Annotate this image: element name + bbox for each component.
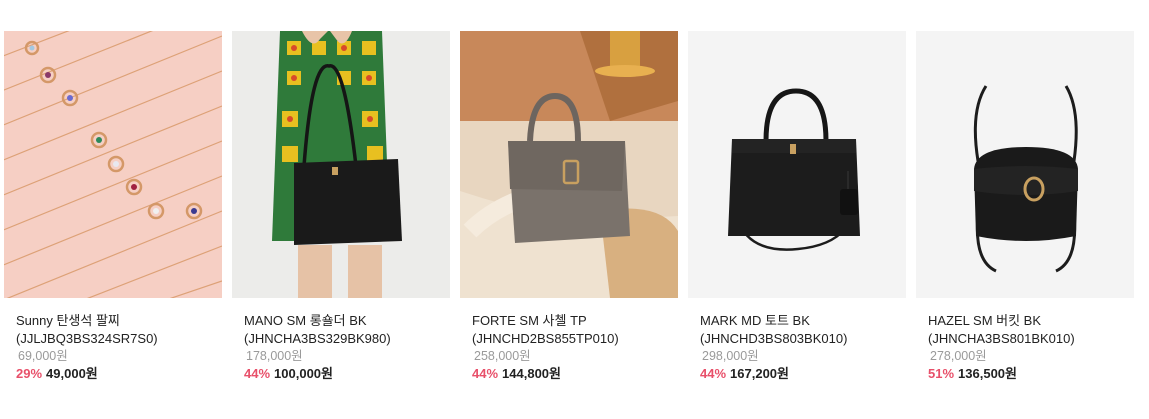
product-info: Sunny 탄생석 팔찌 (JJLJBQ3BS324SR7S0) 69,000원…	[4, 298, 222, 383]
price-row: 44% 167,200원	[700, 365, 894, 383]
discount-rate: 44%	[244, 366, 271, 381]
sale-price: 167,200원	[730, 366, 789, 381]
original-price: 178,000원	[246, 349, 303, 363]
product-code: (JHNCHD2BS855TP010)	[472, 331, 619, 346]
product-card[interactable]: MARK MD 토트 BK (JHNCHD3BS803BK010) 298,00…	[688, 31, 906, 383]
product-name[interactable]: HAZEL SM 버킷 BK	[928, 312, 1122, 330]
price-row: 29% 49,000원	[16, 365, 210, 383]
price-row: 51% 136,500원	[928, 365, 1122, 383]
product-name[interactable]: FORTE SM 사첼 TP	[472, 312, 666, 330]
sale-price: 136,500원	[958, 366, 1017, 381]
sale-price: 144,800원	[502, 366, 561, 381]
original-price: 258,000원	[474, 349, 531, 363]
bracelet-photo	[4, 31, 222, 298]
product-code: (JHNCHD3BS803BK010)	[700, 331, 848, 346]
product-image[interactable]	[688, 31, 906, 298]
product-card[interactable]: Sunny 탄생석 팔찌 (JJLJBQ3BS324SR7S0) 69,000원…	[4, 31, 222, 383]
product-name[interactable]: Sunny 탄생석 팔찌	[16, 312, 210, 330]
original-price: 69,000원	[18, 349, 68, 363]
product-image[interactable]	[460, 31, 678, 298]
discount-rate: 29%	[16, 366, 43, 381]
product-info: FORTE SM 사첼 TP (JHNCHD2BS855TP010) 258,0…	[460, 298, 678, 383]
product-image[interactable]	[232, 31, 450, 298]
product-code: (JHNCHA3BS329BK980)	[244, 331, 391, 346]
bucket-bag-photo	[916, 31, 1134, 298]
original-price: 298,000원	[702, 349, 759, 363]
discount-rate: 51%	[928, 366, 955, 381]
product-image[interactable]	[4, 31, 222, 298]
model-bag-photo	[232, 31, 450, 298]
price-row: 44% 100,000원	[244, 365, 438, 383]
product-image[interactable]	[916, 31, 1134, 298]
price-row: 44% 144,800원	[472, 365, 666, 383]
product-name[interactable]: MARK MD 토트 BK	[700, 312, 894, 330]
product-card[interactable]: FORTE SM 사첼 TP (JHNCHD2BS855TP010) 258,0…	[460, 31, 678, 383]
product-info: MARK MD 토트 BK (JHNCHD3BS803BK010) 298,00…	[688, 298, 906, 383]
original-price: 278,000원	[930, 349, 987, 363]
product-name[interactable]: MANO SM 롱숄더 BK	[244, 312, 438, 330]
product-info: MANO SM 롱숄더 BK (JHNCHA3BS329BK980) 178,0…	[232, 298, 450, 383]
product-grid: Sunny 탄생석 팔찌 (JJLJBQ3BS324SR7S0) 69,000원…	[4, 31, 1134, 383]
product-card[interactable]: MANO SM 롱숄더 BK (JHNCHA3BS329BK980) 178,0…	[232, 31, 450, 383]
product-info: HAZEL SM 버킷 BK (JHNCHA3BS801BK010) 278,0…	[916, 298, 1134, 383]
sale-price: 49,000원	[46, 366, 98, 381]
satchel-photo	[460, 31, 678, 298]
sale-price: 100,000원	[274, 366, 333, 381]
product-code: (JJLJBQ3BS324SR7S0)	[16, 331, 158, 346]
discount-rate: 44%	[700, 366, 727, 381]
discount-rate: 44%	[472, 366, 499, 381]
tote-photo	[688, 31, 906, 298]
product-code: (JHNCHA3BS801BK010)	[928, 331, 1075, 346]
product-card[interactable]: HAZEL SM 버킷 BK (JHNCHA3BS801BK010) 278,0…	[916, 31, 1134, 383]
